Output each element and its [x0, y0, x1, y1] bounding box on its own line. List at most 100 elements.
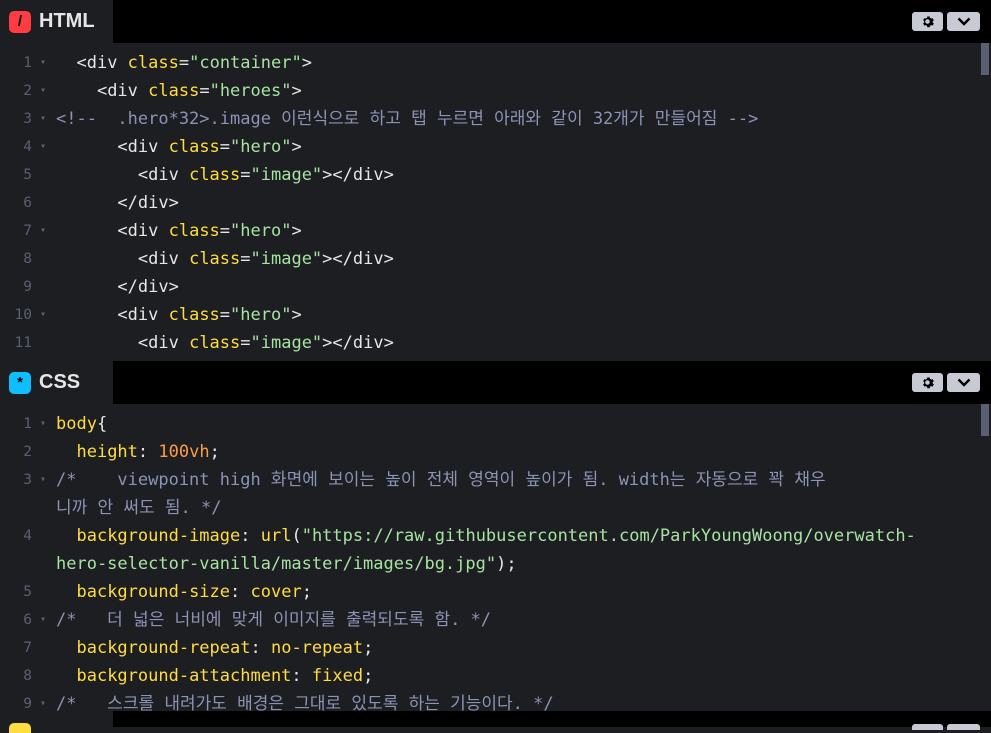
code-token: "hero" [230, 137, 292, 157]
fold-arrow-icon[interactable]: ▾ [40, 105, 46, 133]
line-number: 6 [23, 612, 32, 628]
code-token: class [168, 221, 220, 241]
code-token: height [76, 442, 138, 462]
code-token: cover [250, 582, 302, 602]
code-line[interactable]: 2 height: 100vh; [0, 438, 991, 466]
code-text: <div class="hero"> [56, 301, 301, 329]
css-editor-panel: * CSS 1 ▾ body{2 height: 100vh; 3 ▾/* viewpo… [0, 361, 991, 711]
js-collapse-button[interactable] [947, 724, 980, 730]
line-number: 7 [23, 223, 32, 239]
code-token: class [189, 333, 241, 353]
code-token: <div [117, 221, 169, 241]
code-token: ); [496, 554, 517, 574]
code-line[interactable]: 7 ▾ <div class="hero"> [0, 217, 991, 245]
code-text: <div class="hero"> [56, 133, 301, 161]
code-token: url [260, 526, 292, 546]
line-number: 5 [23, 584, 32, 600]
code-line[interactable]: 6 </div> [0, 189, 991, 217]
css-scrollbar-thumb[interactable] [981, 404, 989, 436]
fold-arrow-icon[interactable]: ▾ [40, 466, 46, 494]
code-token: class [168, 137, 220, 157]
fold-arrow-icon[interactable]: ▾ [40, 606, 46, 634]
html-scrollbar-thumb[interactable] [981, 43, 989, 75]
code-line[interactable]: 8 background-attachment: fixed; [0, 662, 991, 690]
js-panel-header [0, 711, 991, 733]
code-line[interactable]: 3 ▾ <!-- .hero*32>.image 이런식으로 하고 탭 누르면 아래… [0, 105, 991, 133]
code-line[interactable]: 니까 안 써도 됨. */ [0, 494, 991, 522]
code-line[interactable]: 4 ▾ <div class="hero"> [0, 133, 991, 161]
code-line[interactable]: 1 ▾ body{ [0, 410, 991, 438]
code-token: = [240, 249, 251, 269]
fold-arrow-icon[interactable]: ▾ [40, 217, 46, 245]
fold-arrow-icon[interactable]: ▾ [40, 133, 46, 161]
code-token: class [168, 305, 220, 325]
code-line[interactable]: 3 ▾ /* viewpoint high 화면에 보이는 높이 전체 영역이 높이… [0, 466, 991, 494]
code-token: > [301, 53, 312, 73]
html-code-area[interactable]: 1 ▾ <div class="container"> 2 ▾ <div class=… [0, 43, 991, 357]
code-line[interactable]: 4 background-image: url("https://raw.git… [0, 522, 991, 550]
code-text: background-size: cover; [56, 578, 311, 606]
line-number: 3 [23, 472, 32, 488]
code-text: /* 더 넓은 너비에 맞게 이미지를 출력되도록 함. */ [56, 606, 491, 634]
fold-arrow-icon[interactable]: ▾ [40, 301, 46, 329]
code-text: <div class="hero"> [56, 217, 302, 245]
code-line[interactable]: 11 <div class="image"></div> [0, 329, 991, 357]
line-number: 9 [23, 279, 32, 295]
code-token: ; [363, 666, 374, 686]
code-token: "https://raw.githubusercontent.com/ParkY… [301, 526, 916, 546]
code-line[interactable]: hero-selector-vanilla/master/images/bg.j… [0, 550, 991, 578]
code-text: </div> [56, 189, 178, 217]
code-line[interactable]: 10 ▾ <div class="hero"> [0, 301, 991, 329]
code-line[interactable]: 6 ▾ /* 더 넓은 너비에 맞게 이미지를 출력되도록 함. */ [0, 606, 991, 634]
html-editor-panel: / HTML 1 ▾ <div class="container"> 2 ▾ <div… [0, 0, 991, 357]
code-token: "heroes" [209, 81, 292, 101]
code-token: "hero" [230, 221, 292, 241]
code-line[interactable]: 9 </div> [0, 273, 991, 301]
code-token: = [219, 137, 231, 157]
code-token: <div [117, 305, 169, 325]
js-settings-button[interactable] [912, 724, 943, 730]
code-token: : [250, 638, 271, 658]
html-panel-header: / HTML [0, 0, 991, 43]
code-token: = [240, 333, 251, 353]
line-number: 7 [23, 640, 32, 656]
fold-arrow-icon[interactable]: ▾ [40, 77, 46, 105]
line-number: 8 [23, 251, 32, 267]
line-number: 3 [23, 111, 32, 127]
code-text: <div class="image"></div> [56, 329, 394, 357]
code-token: > [291, 221, 302, 241]
line-number: 4 [23, 139, 32, 155]
code-line[interactable]: 5 background-size: cover; [0, 578, 991, 606]
code-token: </div> [117, 277, 179, 297]
line-number: 8 [23, 668, 32, 684]
fold-arrow-icon[interactable]: ▾ [40, 690, 46, 711]
code-token: : [137, 442, 159, 462]
code-token: ( [291, 526, 302, 546]
line-number: 1 [23, 416, 32, 432]
fold-arrow-icon[interactable]: ▾ [40, 410, 46, 438]
css-scrollbar[interactable] [979, 404, 991, 711]
code-line[interactable]: 9 ▾ /* 스크롤 내려가도 배경은 그대로 있도록 하는 기능이다. */ [0, 690, 991, 711]
code-token: class [189, 249, 241, 269]
code-line[interactable]: 8 <div class="image"></div> [0, 245, 991, 273]
js-panel-tab [0, 711, 113, 733]
code-text: <div class="container"> [56, 49, 312, 77]
code-line[interactable]: 7 background-repeat: no-repeat; [0, 634, 991, 662]
html-scrollbar[interactable] [979, 43, 991, 357]
code-line[interactable]: 1 ▾ <div class="container"> [0, 49, 991, 77]
html-collapse-button[interactable] [947, 12, 980, 31]
code-token: <!-- .hero*32>.image 이런식으로 하고 탭 누르면 아래와 … [56, 109, 759, 129]
fold-arrow-icon[interactable]: ▾ [40, 49, 46, 77]
html-settings-button[interactable] [912, 12, 943, 31]
css-code-area[interactable]: 1 ▾ body{2 height: 100vh; 3 ▾/* viewpoint hi… [0, 404, 991, 711]
css-settings-button[interactable] [912, 373, 943, 392]
code-line[interactable]: 2 ▾ <div class="heroes"> [0, 77, 991, 105]
css-collapse-button[interactable] [947, 373, 980, 392]
code-line[interactable]: 5 <div class="image"></div> [0, 161, 991, 189]
